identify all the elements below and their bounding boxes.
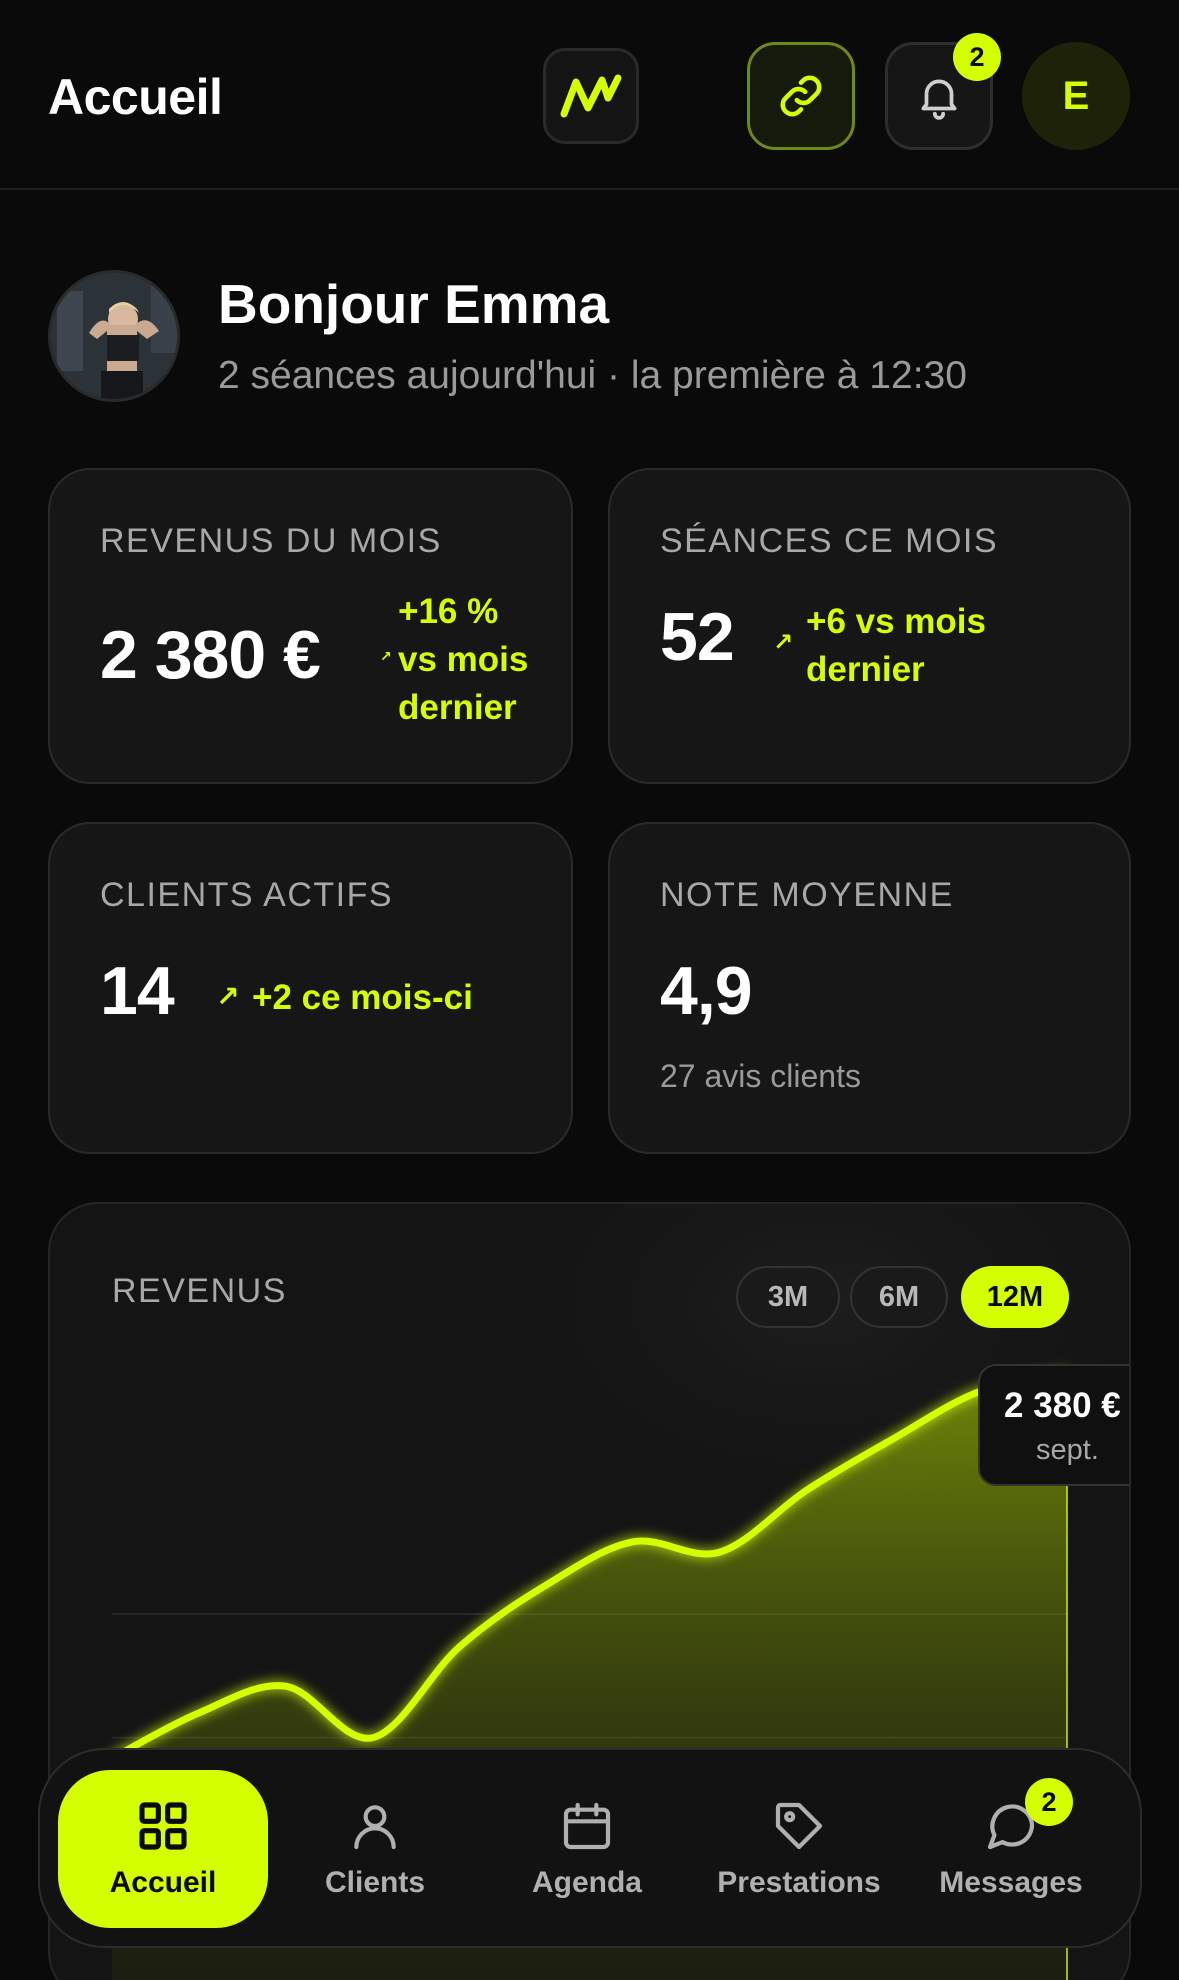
tooltip-month: sept. bbox=[1036, 1434, 1099, 1466]
chart-tooltip: 2 380 € sept. bbox=[978, 1364, 1129, 1486]
bottom-nav: Accueil Clients Agenda Prestations Messa… bbox=[38, 1748, 1142, 1948]
grid-icon bbox=[135, 1798, 191, 1854]
stat-delta-line: +16 % bbox=[398, 592, 499, 631]
stat-card-rating[interactable]: NOTE MOYENNE 4,9 27 avis clients bbox=[608, 822, 1131, 1154]
user-icon bbox=[347, 1798, 403, 1854]
stat-label: SÉANCES CE MOIS bbox=[660, 522, 999, 560]
chart-point[interactable] bbox=[801, 1484, 813, 1496]
stat-card-clients[interactable]: CLIENTS ACTIFS 14 ↗ +2 ce mois-ci bbox=[48, 822, 573, 1154]
app-logo-button[interactable] bbox=[543, 48, 639, 144]
range-12m-button[interactable]: 12M bbox=[961, 1266, 1069, 1328]
stat-delta: +6 vs mois dernier bbox=[806, 598, 986, 694]
range-6m-button[interactable]: 6M bbox=[850, 1266, 948, 1328]
stat-delta-line: vs mois bbox=[398, 640, 529, 679]
chart-point[interactable] bbox=[627, 1536, 639, 1548]
nav-label: Clients bbox=[324, 1866, 426, 1899]
bell-icon bbox=[921, 79, 957, 120]
chart-point[interactable] bbox=[887, 1433, 899, 1445]
stat-value: 2 380 € bbox=[100, 617, 321, 693]
stat-delta: +2 ce mois-ci bbox=[252, 978, 473, 1017]
chart-point[interactable] bbox=[193, 1707, 205, 1719]
chart-title: REVENUS bbox=[112, 1272, 287, 1310]
user-photo bbox=[48, 270, 180, 402]
app-header: Accueil 2 E bbox=[0, 0, 1179, 190]
chart-point[interactable] bbox=[453, 1641, 465, 1653]
profile-avatar-button[interactable]: E bbox=[1022, 42, 1130, 150]
nav-item-messages[interactable]: Messages bbox=[906, 1770, 1116, 1928]
nav-item-accueil[interactable]: Accueil bbox=[58, 1770, 268, 1928]
trend-up-icon: ↗ bbox=[773, 629, 794, 656]
trend-up-icon: ↗ bbox=[216, 981, 240, 1012]
chart-point[interactable] bbox=[714, 1546, 726, 1558]
nav-label: Accueil bbox=[109, 1866, 217, 1899]
notifications-badge: 2 bbox=[953, 33, 1001, 81]
link-icon bbox=[780, 75, 822, 117]
page-title: Accueil bbox=[48, 69, 223, 125]
activity-logo-icon bbox=[560, 74, 622, 118]
nav-label: Prestations bbox=[717, 1866, 881, 1899]
chart-point[interactable] bbox=[540, 1579, 552, 1591]
stat-label: REVENUS DU MOIS bbox=[100, 522, 442, 560]
range-3m-button[interactable]: 3M bbox=[736, 1266, 840, 1328]
stat-delta-line: dernier bbox=[806, 650, 925, 689]
stat-label: NOTE MOYENNE bbox=[660, 876, 954, 914]
greeting-subtitle: 2 séances aujourd'hui · la première à 12… bbox=[218, 354, 967, 397]
chart-point[interactable] bbox=[280, 1680, 292, 1692]
stat-card-revenue[interactable]: REVENUS DU MOIS 2 380 € ↗ +16 % vs mois … bbox=[48, 468, 573, 784]
nav-label: Agenda bbox=[531, 1866, 642, 1899]
nav-item-prestations[interactable]: Prestations bbox=[694, 1770, 904, 1928]
stat-value: 4,9 bbox=[660, 953, 753, 1029]
stat-delta: +16 % vs mois dernier bbox=[398, 588, 528, 732]
greeting-title: Bonjour Emma bbox=[218, 273, 610, 335]
tag-icon bbox=[771, 1798, 827, 1854]
stat-subtext: 27 avis clients bbox=[660, 1058, 861, 1094]
stat-value: 52 bbox=[660, 599, 735, 675]
calendar-icon bbox=[559, 1798, 615, 1854]
messages-badge: 2 bbox=[1025, 1778, 1073, 1826]
tooltip-value: 2 380 € bbox=[1004, 1386, 1121, 1425]
stat-delta-line: dernier bbox=[398, 688, 517, 727]
stat-label: CLIENTS ACTIFS bbox=[100, 876, 394, 914]
nav-item-agenda[interactable]: Agenda bbox=[482, 1770, 692, 1928]
stat-card-sessions[interactable]: SÉANCES CE MOIS 52 ↗ +6 vs mois dernier bbox=[608, 468, 1131, 784]
nav-label: Messages bbox=[939, 1866, 1083, 1899]
stat-value: 14 bbox=[100, 953, 175, 1029]
trend-up-icon: ↗ bbox=[380, 648, 392, 664]
stat-delta-line: +6 vs mois bbox=[806, 602, 986, 641]
share-link-button[interactable] bbox=[747, 42, 855, 150]
user-photo-image bbox=[51, 273, 177, 399]
chart-point[interactable] bbox=[366, 1732, 378, 1744]
nav-item-clients[interactable]: Clients bbox=[270, 1770, 480, 1928]
